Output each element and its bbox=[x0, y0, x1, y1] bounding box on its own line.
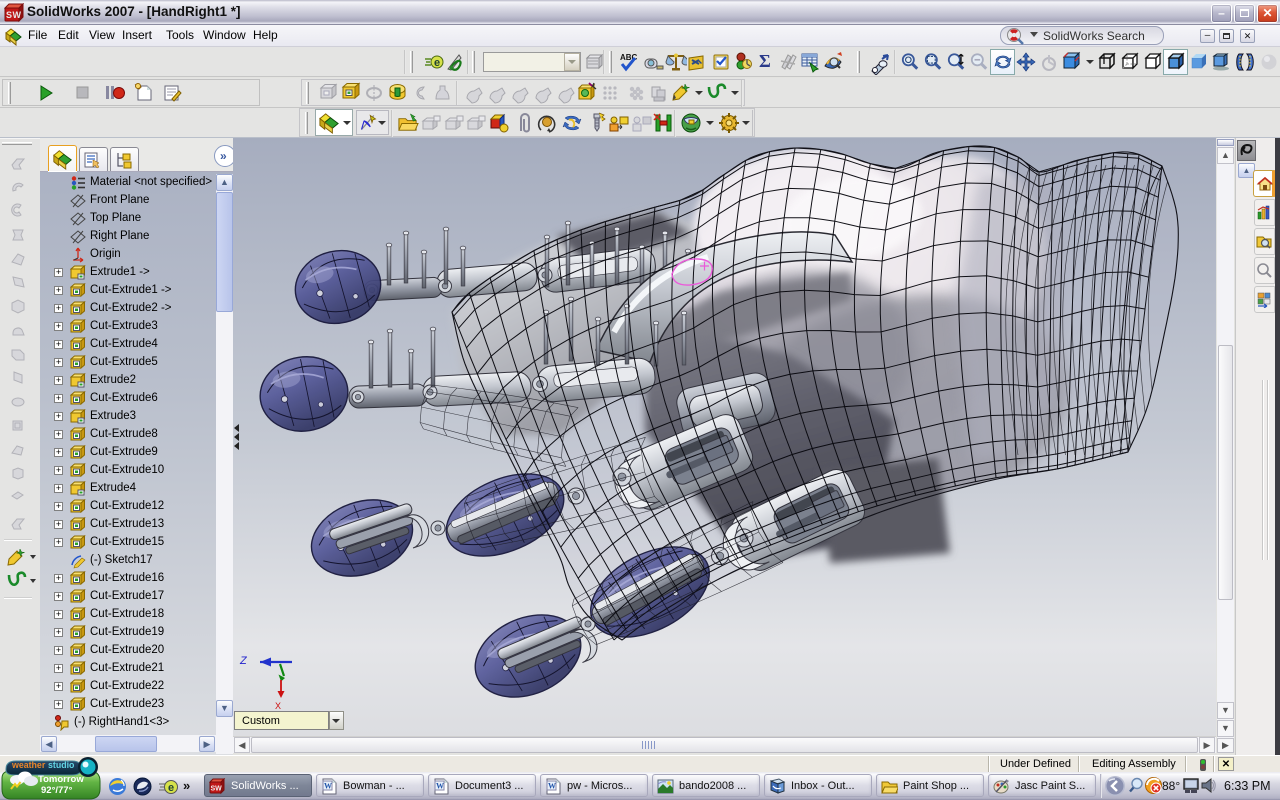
svg-text:Z: Z bbox=[239, 655, 248, 667]
svg-text:S: S bbox=[6, 10, 12, 20]
svg-text:studio: studio bbox=[48, 760, 75, 770]
svg-text:W: W bbox=[324, 782, 332, 791]
svg-text:Σ: Σ bbox=[759, 51, 771, 71]
svg-text:SW: SW bbox=[211, 786, 223, 793]
svg-text:e: e bbox=[434, 57, 440, 69]
svg-text:ABC: ABC bbox=[620, 53, 638, 62]
svg-text:92°/77°: 92°/77° bbox=[41, 785, 73, 796]
svg-text:Tomorrow: Tomorrow bbox=[38, 774, 84, 785]
svg-text:W: W bbox=[13, 10, 22, 20]
svg-text:X: X bbox=[275, 701, 281, 711]
svg-text:W: W bbox=[436, 782, 444, 791]
svg-text:W: W bbox=[548, 782, 556, 791]
svg-text:e: e bbox=[168, 782, 174, 794]
svg-text:weather: weather bbox=[11, 760, 46, 770]
